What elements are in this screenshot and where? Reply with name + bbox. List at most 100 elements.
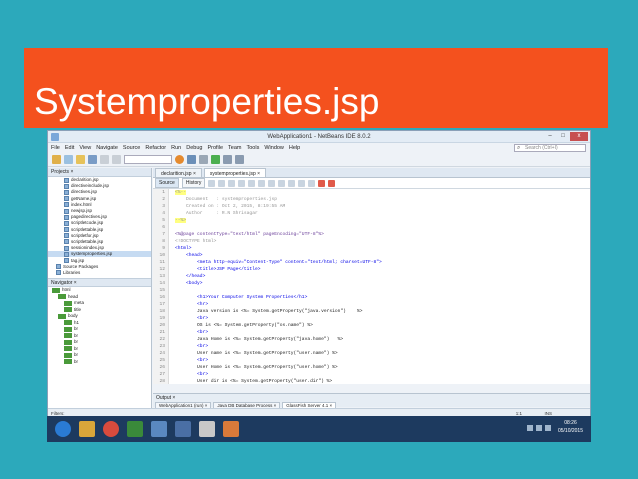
menu-item-refactor[interactable]: Refactor <box>145 143 166 153</box>
open-project-icon[interactable] <box>76 155 85 164</box>
run-icon[interactable] <box>211 155 220 164</box>
line-number: 6 <box>162 225 165 230</box>
maximize-button[interactable]: □ <box>557 132 569 141</box>
jsp-file-icon <box>64 202 69 208</box>
html-tag-icon <box>64 307 72 313</box>
menu-item-tools[interactable]: Tools <box>247 143 260 153</box>
history-view-tab[interactable]: History <box>181 178 206 188</box>
back-icon[interactable] <box>208 179 216 187</box>
file-label: Libraries <box>63 269 81 275</box>
menu-item-navigate[interactable]: Navigate <box>96 143 118 153</box>
next-occurrence-icon[interactable] <box>248 179 256 187</box>
editor-pane: declarition.jsp × systemproperties.jsp ×… <box>153 168 590 384</box>
html-tag-icon <box>58 294 66 300</box>
shift-right-icon[interactable] <box>288 179 296 187</box>
code-text: <head> <box>175 253 203 258</box>
forward-icon[interactable] <box>218 179 226 187</box>
projects-pane-header[interactable]: Projects × <box>48 168 151 177</box>
line-number: 18 <box>159 309 165 314</box>
clock-time: 08:26 <box>564 420 577 426</box>
ie-icon[interactable] <box>55 421 71 437</box>
save-all-icon[interactable] <box>88 155 97 164</box>
code-text: <br> <box>175 372 209 377</box>
project-file-item[interactable]: Libraries <box>48 270 151 276</box>
code-text: Created on : Oct 2, 2015, 8:19:55 AM <box>175 204 286 209</box>
html-tag-icon <box>64 320 72 326</box>
menu-item-debug[interactable]: Debug <box>186 143 202 153</box>
volume-icon[interactable] <box>536 425 542 431</box>
menu-item-team[interactable]: Team <box>228 143 241 153</box>
navigator-list: html head meta title body h1 br br br br br br <box>48 287 151 365</box>
comment-icon[interactable] <box>298 179 306 187</box>
menu-item-run[interactable]: Run <box>171 143 181 153</box>
line-number: 11 <box>159 260 165 265</box>
toggle-highlight-icon[interactable] <box>258 179 266 187</box>
tab-declarition[interactable]: declarition.jsp × <box>155 168 202 177</box>
search-input[interactable]: ⌕ Search (Ctrl+I) <box>514 144 586 152</box>
netbeans-task-icon[interactable] <box>151 421 167 437</box>
record-macro-icon[interactable] <box>328 179 336 187</box>
close-button[interactable]: x <box>570 132 588 141</box>
toggle-bookmark-icon[interactable] <box>268 179 276 187</box>
media-icon[interactable] <box>127 421 143 437</box>
line-number: 27 <box>159 372 165 377</box>
new-file-icon[interactable] <box>64 155 73 164</box>
shift-left-icon[interactable] <box>278 179 286 187</box>
configuration-combo[interactable] <box>124 155 172 164</box>
clean-build-icon[interactable] <box>199 155 208 164</box>
menu-item-help[interactable]: Help <box>289 143 300 153</box>
menu-item-view[interactable]: View <box>79 143 91 153</box>
menu-item-source[interactable]: Source <box>123 143 140 153</box>
menu-item-window[interactable]: Window <box>264 143 284 153</box>
undo-icon[interactable] <box>100 155 109 164</box>
projects-pane: Projects × declarition.jsp directiveinclu… <box>48 168 152 408</box>
output-label[interactable]: Output × <box>153 394 590 402</box>
code-text: <hr> <box>175 302 209 307</box>
navigator-pane-header[interactable]: Navigator × <box>48 278 151 287</box>
build-icon[interactable] <box>187 155 196 164</box>
menu-item-profile[interactable]: Profile <box>207 143 223 153</box>
file-explorer-icon[interactable] <box>79 421 95 437</box>
menu-item-file[interactable]: File <box>51 143 60 153</box>
network-icon[interactable] <box>527 425 533 431</box>
previous-occurrence-icon[interactable] <box>238 179 246 187</box>
flag-icon[interactable] <box>545 425 551 431</box>
uncomment-icon[interactable] <box>308 179 316 187</box>
menu-item-edit[interactable]: Edit <box>65 143 74 153</box>
search-placeholder: Search (Ctrl+I) <box>525 145 558 151</box>
stop-macro-icon[interactable] <box>318 179 326 187</box>
line-number: 22 <box>159 337 165 342</box>
jsp-file-icon <box>64 245 69 251</box>
window-task-icon[interactable] <box>199 421 215 437</box>
tab-systemproperties[interactable]: systemproperties.jsp × <box>203 168 267 177</box>
code-line: 25 <br> <box>153 357 590 364</box>
code-line: 10 <head> <box>153 252 590 259</box>
clock[interactable]: 08:26 05/10/2015 <box>558 419 583 435</box>
shield-icon[interactable] <box>175 421 191 437</box>
profile-icon[interactable] <box>235 155 244 164</box>
browser-icon[interactable] <box>175 155 184 164</box>
code-line: 23 <br> <box>153 343 590 350</box>
code-text: User name is <%= System.getProperty("use… <box>175 351 338 356</box>
code-line: 13 </head> <box>153 273 590 280</box>
code-line: 15 <box>153 287 590 294</box>
code-line: 6 <box>153 224 590 231</box>
minimize-button[interactable]: – <box>544 132 556 141</box>
code-text: <h1>Your Computer System Properties</h1> <box>175 295 308 300</box>
code-text: --%> <box>175 218 187 223</box>
source-view-tab[interactable]: Source <box>155 178 179 188</box>
new-project-icon[interactable] <box>52 155 61 164</box>
chrome-icon[interactable] <box>103 421 119 437</box>
powerpoint-icon[interactable] <box>223 421 239 437</box>
file-label: systemproperties.jsp <box>71 251 113 257</box>
code-line: 18 Java version is <%= System.getPropert… <box>153 308 590 315</box>
debug-icon[interactable] <box>223 155 232 164</box>
html-tag-icon <box>58 313 66 319</box>
code-line: 22 Java Home is <%= System.getProperty("… <box>153 336 590 343</box>
code-editor[interactable]: 1 <%-- 2 Document : systemproperties.jsp 3 … <box>153 189 590 384</box>
html-tag-icon <box>52 287 60 293</box>
file-label: directives.jsp <box>71 189 98 195</box>
navigator-item[interactable]: br <box>48 359 151 366</box>
find-icon[interactable] <box>228 179 236 187</box>
redo-icon[interactable] <box>112 155 121 164</box>
